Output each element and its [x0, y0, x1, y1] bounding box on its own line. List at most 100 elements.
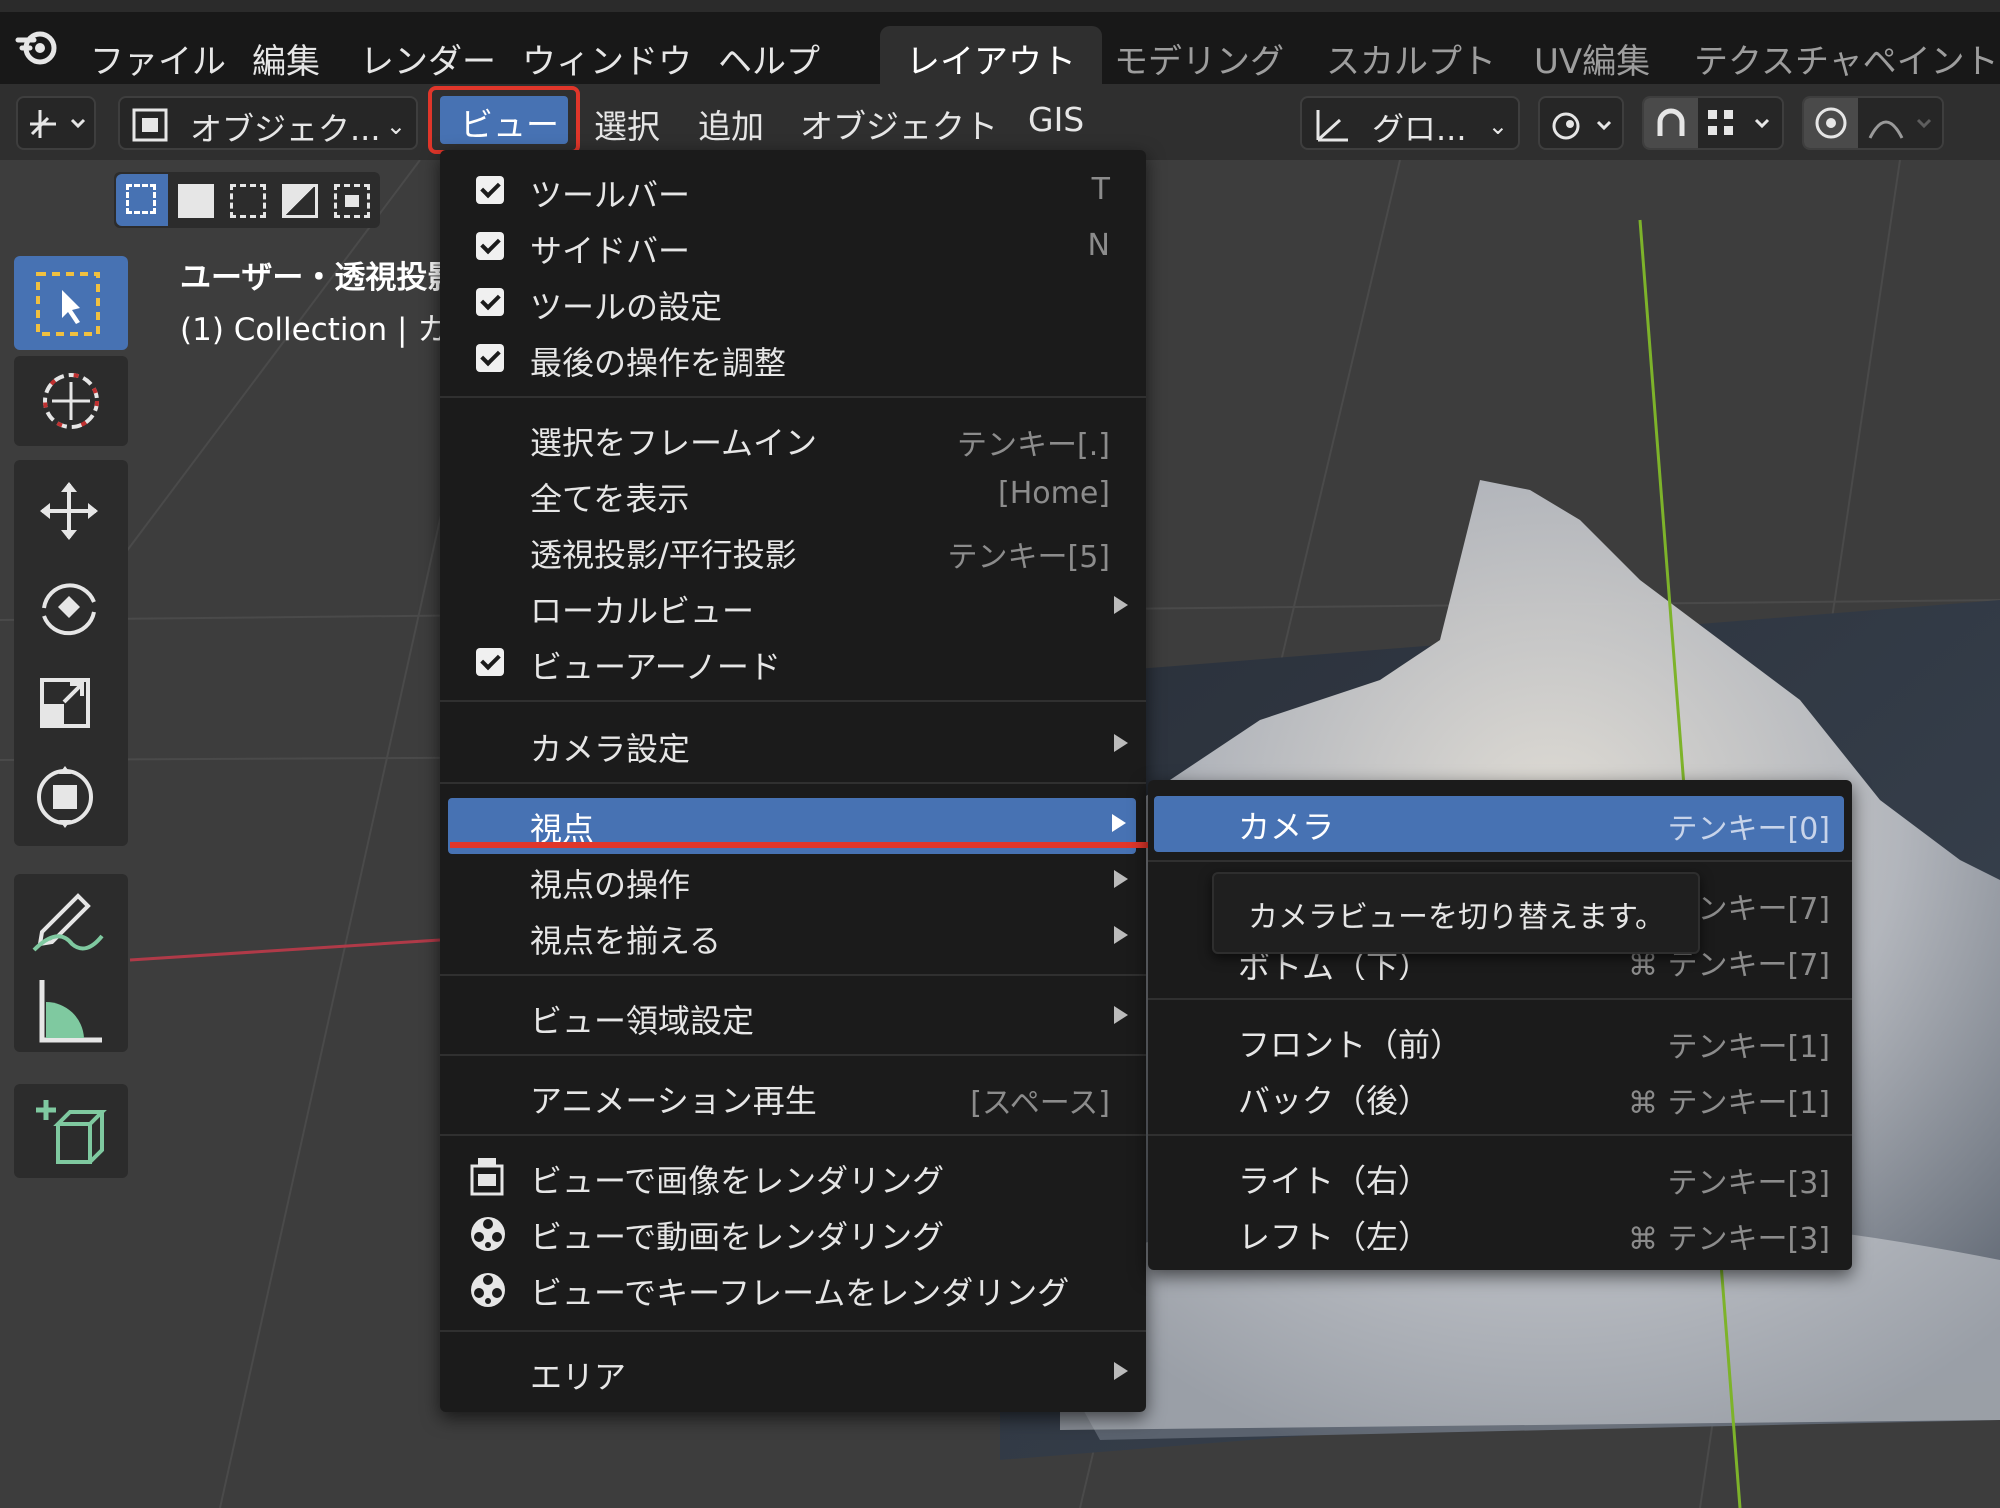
- menu-item-label: エリア: [530, 1358, 627, 1396]
- proportional-edit-toggle[interactable]: [1804, 98, 1858, 148]
- cursor-icon: [43, 373, 99, 429]
- menu-gis[interactable]: GIS: [1028, 100, 1084, 139]
- menu-separator: [440, 396, 1146, 398]
- snap-group[interactable]: [1642, 96, 1784, 150]
- menu-separator: [440, 700, 1146, 702]
- proportional-edit-icon: [1815, 107, 1847, 139]
- menu-item-align-view[interactable]: 視点を揃える: [440, 910, 1146, 966]
- view-menu-dropdown: ツールバー T サイドバー N ツールの設定 最後の操作を調整 選択をフレームイ…: [440, 150, 1146, 1412]
- menu-item-sidebar[interactable]: サイドバー N: [440, 220, 1146, 276]
- scale-icon[interactable]: [30, 670, 100, 740]
- menu-item-tool-settings[interactable]: ツールの設定: [440, 276, 1146, 332]
- render-animation-icon: [471, 1217, 505, 1251]
- tab-sculpt[interactable]: スカルプト: [1326, 34, 1496, 83]
- tab-layout[interactable]: レイアウト: [880, 26, 1102, 93]
- menu-separator: [1148, 1134, 1852, 1136]
- tab-modeling[interactable]: モデリング: [1114, 34, 1284, 83]
- menu-separator: [440, 1330, 1146, 1332]
- object-mode-icon: [132, 108, 168, 142]
- menu-item-shortcut: テンキー[0]: [1667, 812, 1831, 847]
- chevron-down-icon: ⌄: [385, 112, 406, 140]
- submenu-arrow-icon: [1114, 1006, 1128, 1024]
- submenu-item-back[interactable]: バック（後） ⌘ テンキー[1]: [1148, 1070, 1852, 1126]
- move-icon[interactable]: [24, 478, 114, 548]
- rotate-icon[interactable]: [24, 572, 114, 646]
- menu-add[interactable]: 追加: [698, 100, 764, 148]
- select-subtract-icon[interactable]: [230, 184, 266, 218]
- menu-window[interactable]: ウィンドウ: [522, 34, 692, 83]
- view-menu-label: ビュー: [460, 105, 559, 144]
- menu-item-viewer-node[interactable]: ビューアーノード: [440, 636, 1146, 692]
- snap-toggle[interactable]: [1644, 98, 1698, 148]
- blender-logo-icon[interactable]: [14, 26, 62, 66]
- checkbox-checked-icon[interactable]: [476, 176, 504, 204]
- select-new-button[interactable]: [116, 174, 168, 226]
- menu-item-render-keyframes[interactable]: ビューでキーフレームをレンダリング: [440, 1262, 1146, 1318]
- menu-item-view-regions[interactable]: ビュー領域設定: [440, 990, 1146, 1046]
- menu-item-persp-ortho[interactable]: 透視投影/平行投影 テンキー[5]: [440, 524, 1146, 580]
- pivot-icon: [1552, 112, 1612, 140]
- menu-item-render-image[interactable]: ビューで画像をレンダリング: [440, 1150, 1146, 1206]
- menu-item-shortcut: ⌘ テンキー[1]: [1627, 1086, 1830, 1121]
- checkbox-checked-icon[interactable]: [476, 344, 504, 372]
- submenu-item-front[interactable]: フロント（前） テンキー[1]: [1148, 1014, 1852, 1070]
- menu-item-frame-selected[interactable]: 選択をフレームイン テンキー[.]: [440, 412, 1146, 468]
- menu-separator: [440, 1134, 1146, 1136]
- menu-item-shortcut: テンキー[1]: [1667, 1030, 1831, 1065]
- menu-item-adjust-last-operation[interactable]: 最後の操作を調整: [440, 332, 1146, 388]
- menu-item-navigation[interactable]: 視点の操作: [440, 854, 1146, 910]
- menu-select[interactable]: 選択: [594, 100, 660, 148]
- tool-select-box[interactable]: [14, 256, 128, 350]
- transform-icon[interactable]: [28, 762, 102, 836]
- select-extend-icon[interactable]: [178, 184, 214, 218]
- menu-item-label: ツールの設定: [530, 288, 723, 326]
- tab-uv-editing[interactable]: UV編集: [1534, 34, 1650, 83]
- select-invert-icon[interactable]: [282, 184, 318, 218]
- menu-item-shortcut: [スペース]: [970, 1086, 1110, 1121]
- proportional-edit-group[interactable]: [1802, 96, 1944, 150]
- checkbox-checked-icon[interactable]: [476, 648, 504, 676]
- menu-item-toolbar[interactable]: ツールバー T: [440, 164, 1146, 220]
- menu-item-area[interactable]: エリア: [440, 1346, 1146, 1402]
- menu-item-shortcut: N: [1087, 228, 1110, 263]
- menu-object[interactable]: オブジェクト: [800, 100, 998, 148]
- editor-type-dropdown[interactable]: [16, 96, 96, 150]
- menu-item-label: カメラ: [1238, 808, 1335, 846]
- submenu-item-right[interactable]: ライト（右） テンキー[3]: [1148, 1150, 1852, 1206]
- submenu-item-camera[interactable]: カメラ テンキー[0]: [1154, 796, 1844, 852]
- annotate-icon[interactable]: [28, 886, 108, 960]
- snap-grid-icon[interactable]: [1706, 106, 1780, 142]
- view-menu-button[interactable]: ビュー: [440, 96, 568, 144]
- menu-item-label: ローカルビュー: [530, 592, 755, 630]
- menu-render[interactable]: レンダー: [360, 34, 496, 83]
- checkbox-checked-icon[interactable]: [476, 232, 504, 260]
- checkbox-checked-icon[interactable]: [476, 288, 504, 316]
- tab-texture-paint[interactable]: テクスチャペイント: [1694, 34, 1999, 83]
- mode-dropdown[interactable]: オブジェク... ⌄: [118, 96, 418, 150]
- menu-separator: [440, 782, 1146, 784]
- pivot-point-dropdown[interactable]: [1538, 96, 1624, 150]
- measure-icon[interactable]: [32, 976, 112, 1050]
- menu-item-local-view[interactable]: ローカルビュー: [440, 580, 1146, 636]
- select-intersect-icon[interactable]: [334, 184, 370, 218]
- menu-item-label: 選択をフレームイン: [530, 424, 818, 462]
- menu-item-frame-all[interactable]: 全てを表示 [Home]: [440, 468, 1146, 524]
- menu-item-render-animation[interactable]: ビューで動画をレンダリング: [440, 1206, 1146, 1262]
- submenu-item-left[interactable]: レフト（左） ⌘ テンキー[3]: [1148, 1206, 1852, 1262]
- falloff-curve-icon[interactable]: [1866, 106, 1940, 142]
- menu-help[interactable]: ヘルプ: [718, 34, 820, 83]
- menu-separator: [1148, 860, 1852, 862]
- menu-item-shortcut: テンキー[5]: [947, 540, 1111, 575]
- tool-add-cube[interactable]: [14, 1084, 128, 1178]
- menu-item-label: ビュー領域設定: [530, 1002, 755, 1040]
- menu-file[interactable]: ファイル: [90, 34, 226, 83]
- tool-cursor[interactable]: [14, 356, 128, 446]
- menu-item-camera-settings[interactable]: カメラ設定: [440, 718, 1146, 774]
- menu-separator: [440, 974, 1146, 976]
- menu-separator: [440, 1054, 1146, 1056]
- menu-item-label: ライト（右）: [1238, 1162, 1431, 1200]
- menu-item-label: ビューでキーフレームをレンダリング: [530, 1274, 1070, 1312]
- transform-orientation-dropdown[interactable]: グロ... ⌄: [1300, 96, 1520, 150]
- menu-edit[interactable]: 編集: [252, 34, 320, 83]
- menu-item-play-animation[interactable]: アニメーション再生 [スペース]: [440, 1070, 1146, 1126]
